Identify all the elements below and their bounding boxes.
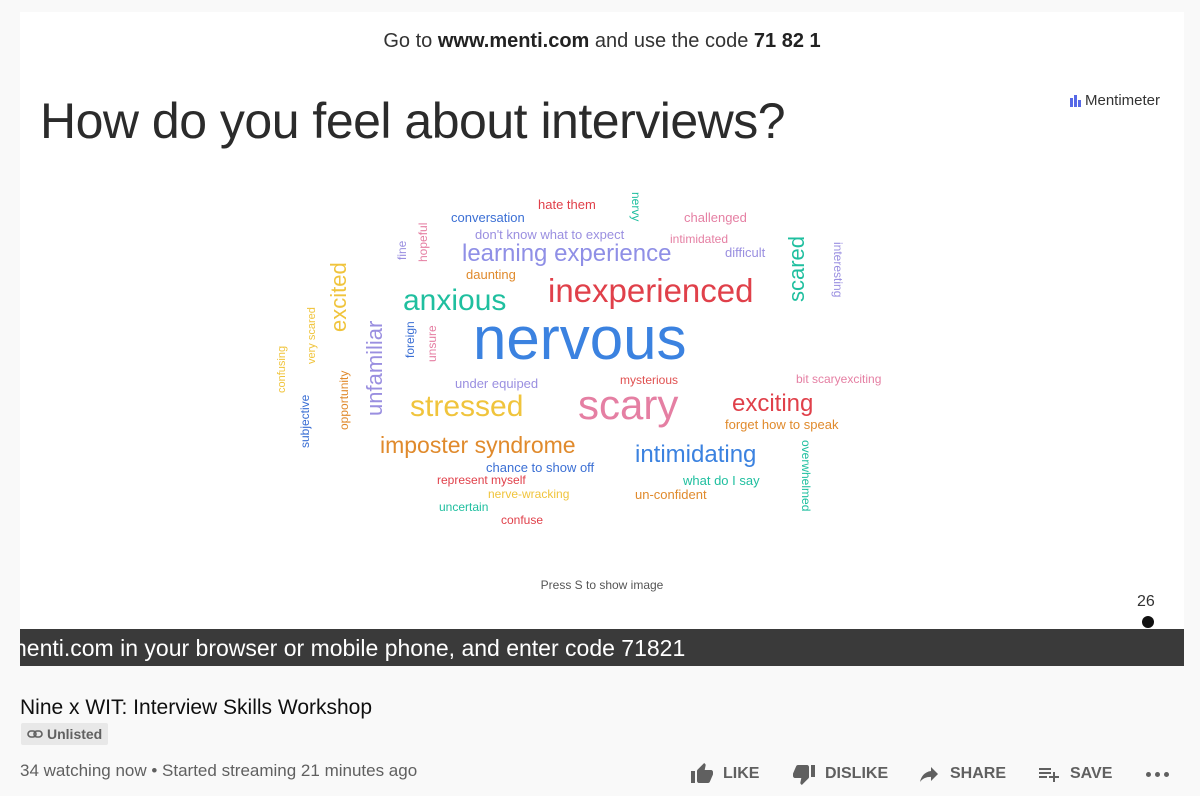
- mentimeter-mark-icon: [1070, 94, 1081, 107]
- slide-question: How do you feel about interviews?: [40, 93, 786, 149]
- playlist-add-icon: [1039, 768, 1059, 782]
- word: intimidated: [670, 232, 729, 246]
- word: forget how to speak: [725, 417, 839, 432]
- word: inexperienced: [548, 272, 754, 309]
- word: nerve-wracking: [488, 487, 570, 501]
- slide-hint: Press S to show image: [540, 578, 664, 592]
- dislike-button[interactable]: DISLIKE: [791, 762, 888, 786]
- like-button[interactable]: LIKE: [689, 762, 759, 786]
- word: imposter syndrome: [380, 432, 576, 458]
- word: foreign: [403, 321, 417, 358]
- live-caption: nenti.com in your browser or mobile phon…: [20, 635, 686, 661]
- word: under equiped: [455, 376, 539, 391]
- word: learning experience: [462, 240, 672, 267]
- thumbs-up-icon: [691, 763, 713, 783]
- word: intimidating: [635, 441, 757, 468]
- word: unsure: [425, 325, 439, 362]
- more-horizontal-icon: [1146, 772, 1151, 777]
- word: stressed: [410, 390, 524, 423]
- word: uncertain: [439, 500, 489, 514]
- mentimeter-logo: Mentimeter: [1070, 92, 1160, 109]
- video-title: Nine x WIT: Interview Skills Workshop: [20, 696, 373, 719]
- word: daunting: [466, 267, 516, 282]
- word: represent myself: [437, 473, 526, 487]
- link-icon: [27, 730, 43, 738]
- word: unfamiliar: [362, 320, 387, 416]
- caption-bar: nenti.com in your browser or mobile phon…: [20, 629, 1184, 666]
- thumbs-down-icon: [793, 765, 815, 785]
- word: difficult: [725, 245, 766, 260]
- join-instructions: Go to www.menti.com and use the code 71 …: [383, 30, 821, 52]
- word: interesting: [831, 242, 845, 298]
- word: conversation: [451, 210, 525, 225]
- word: scary: [578, 381, 679, 428]
- word: excited: [326, 262, 351, 332]
- word: scared: [784, 235, 809, 302]
- word: exciting: [732, 390, 814, 417]
- save-button[interactable]: SAVE: [1036, 762, 1112, 786]
- word: confuse: [501, 513, 544, 527]
- participant-count: 26: [1137, 593, 1155, 610]
- word: subjective: [298, 394, 312, 448]
- word: challenged: [684, 210, 747, 225]
- word: overwhelmed: [799, 440, 813, 512]
- word: opportunity: [337, 370, 351, 430]
- word: confusing: [276, 345, 288, 393]
- word: hate them: [538, 197, 596, 212]
- word: what do I say: [683, 473, 760, 488]
- word: un-confident: [635, 487, 707, 502]
- unlisted-badge: Unlisted: [21, 723, 109, 745]
- word: nervy: [629, 192, 643, 222]
- share-button[interactable]: SHARE: [916, 762, 1006, 786]
- video-player[interactable]: Go to www.menti.com and use the code 71 …: [20, 12, 1184, 666]
- more-actions-button[interactable]: [1146, 772, 1169, 777]
- stream-stats: 34 watching now • Started streaming 21 m…: [20, 761, 418, 780]
- word: bit scaryexciting: [796, 372, 882, 386]
- word: hopeful: [416, 222, 430, 262]
- word: nervous: [473, 305, 687, 372]
- share-arrow-icon: [920, 767, 938, 782]
- word: fine: [395, 240, 409, 260]
- word: very scared: [306, 307, 318, 364]
